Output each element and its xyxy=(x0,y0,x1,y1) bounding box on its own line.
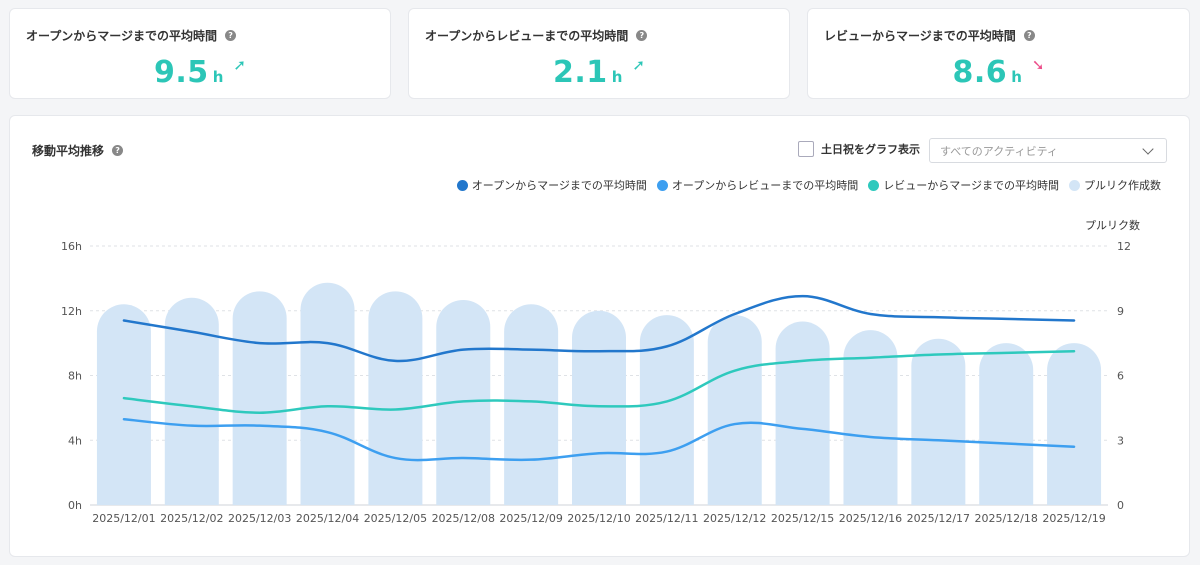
y-right-tick-label: 0 xyxy=(1117,499,1124,512)
x-tick-label: 2025/12/04 xyxy=(296,512,359,525)
x-tick-label: 2025/12/17 xyxy=(907,512,970,525)
x-tick-label: 2025/12/03 xyxy=(228,512,291,525)
kpi-card-open-to-merge: オープンからマージまでの平均時間 ? 9.5 h ➚ xyxy=(9,8,391,99)
kpi-value: 2.1 h ➚ xyxy=(409,55,789,90)
kpi-card-review-to-merge: レビューからマージまでの平均時間 ? 8.6 h ➘ xyxy=(807,8,1190,99)
kpi-number: 8.6 xyxy=(952,55,1008,90)
x-tick-label: 2025/12/12 xyxy=(703,512,766,525)
trend-up-icon: ➚ xyxy=(233,56,246,74)
x-tick-label: 2025/12/19 xyxy=(1042,512,1105,525)
y-left-tick-label: 12h xyxy=(61,305,82,318)
x-tick-label: 2025/12/08 xyxy=(432,512,495,525)
y-right-tick-label: 12 xyxy=(1117,240,1131,253)
pr-count-bar xyxy=(232,291,287,505)
y-right-tick-label: 9 xyxy=(1117,305,1124,318)
kpi-card-open-to-review: オープンからレビューまでの平均時間 ? 2.1 h ➚ xyxy=(408,8,790,99)
kpi-unit: h xyxy=(212,68,224,86)
pr-count-bar xyxy=(911,338,966,505)
y-left-tick-label: 0h xyxy=(68,499,82,512)
x-tick-label: 2025/12/11 xyxy=(635,512,698,525)
moving-average-chart: 0h 4h 8h 12h 16h 0 3 6 9 12 プルリク数 2025/12/01 2025/12… xyxy=(61,219,1140,525)
y-left-tick-label: 16h xyxy=(61,240,82,253)
trend-down-icon: ➘ xyxy=(1031,56,1045,74)
x-tick-label: 2025/12/10 xyxy=(567,512,630,525)
y-right-tick-label: 3 xyxy=(1117,434,1124,447)
pr-count-bar xyxy=(96,304,151,505)
help-icon[interactable]: ? xyxy=(636,30,648,41)
pr-count-bar xyxy=(979,343,1034,505)
x-tick-label: 2025/12/05 xyxy=(364,512,427,525)
pr-count-bar xyxy=(300,282,355,505)
y-right-axis-title: プルリク数 xyxy=(1085,219,1140,232)
pr-count-bar xyxy=(1047,343,1102,505)
kpi-title: オープンからマージまでの平均時間 xyxy=(26,29,218,43)
kpi-title: オープンからレビューまでの平均時間 xyxy=(425,29,629,43)
trend-up-icon: ➚ xyxy=(632,56,645,74)
kpi-value: 8.6 h ➘ xyxy=(808,55,1189,90)
pr-count-bar xyxy=(572,310,626,505)
x-tick-label: 2025/12/15 xyxy=(771,512,834,525)
pr-count-bar xyxy=(775,321,830,505)
kpi-title: レビューからマージまでの平均時間 xyxy=(824,29,1016,43)
help-icon[interactable]: ? xyxy=(1023,30,1035,41)
y-left-tick-label: 4h xyxy=(68,434,82,447)
y-left-tick-label: 8h xyxy=(68,370,82,383)
kpi-value: 9.5 h ➚ xyxy=(10,55,390,90)
kpi-unit: h xyxy=(611,68,623,86)
kpi-number: 9.5 xyxy=(154,55,209,90)
pr-count-bar xyxy=(504,304,559,505)
x-tick-label: 2025/12/02 xyxy=(160,512,223,525)
x-tick-label: 2025/12/16 xyxy=(839,512,902,525)
moving-average-panel: 移動平均推移 ? 土日祝をグラフ表示 すべてのアクティビティ オープンからマージ… xyxy=(9,115,1190,557)
y-right-tick-label: 6 xyxy=(1117,370,1124,383)
kpi-unit: h xyxy=(1011,68,1022,86)
pr-count-bar xyxy=(707,315,762,505)
help-icon[interactable]: ? xyxy=(225,30,237,41)
x-tick-label: 2025/12/01 xyxy=(92,512,155,525)
pr-count-bar xyxy=(368,291,423,505)
x-tick-label: 2025/12/18 xyxy=(974,512,1037,525)
x-tick-label: 2025/12/09 xyxy=(499,512,562,525)
kpi-number: 2.1 xyxy=(553,55,608,90)
pr-count-bar xyxy=(639,315,694,505)
